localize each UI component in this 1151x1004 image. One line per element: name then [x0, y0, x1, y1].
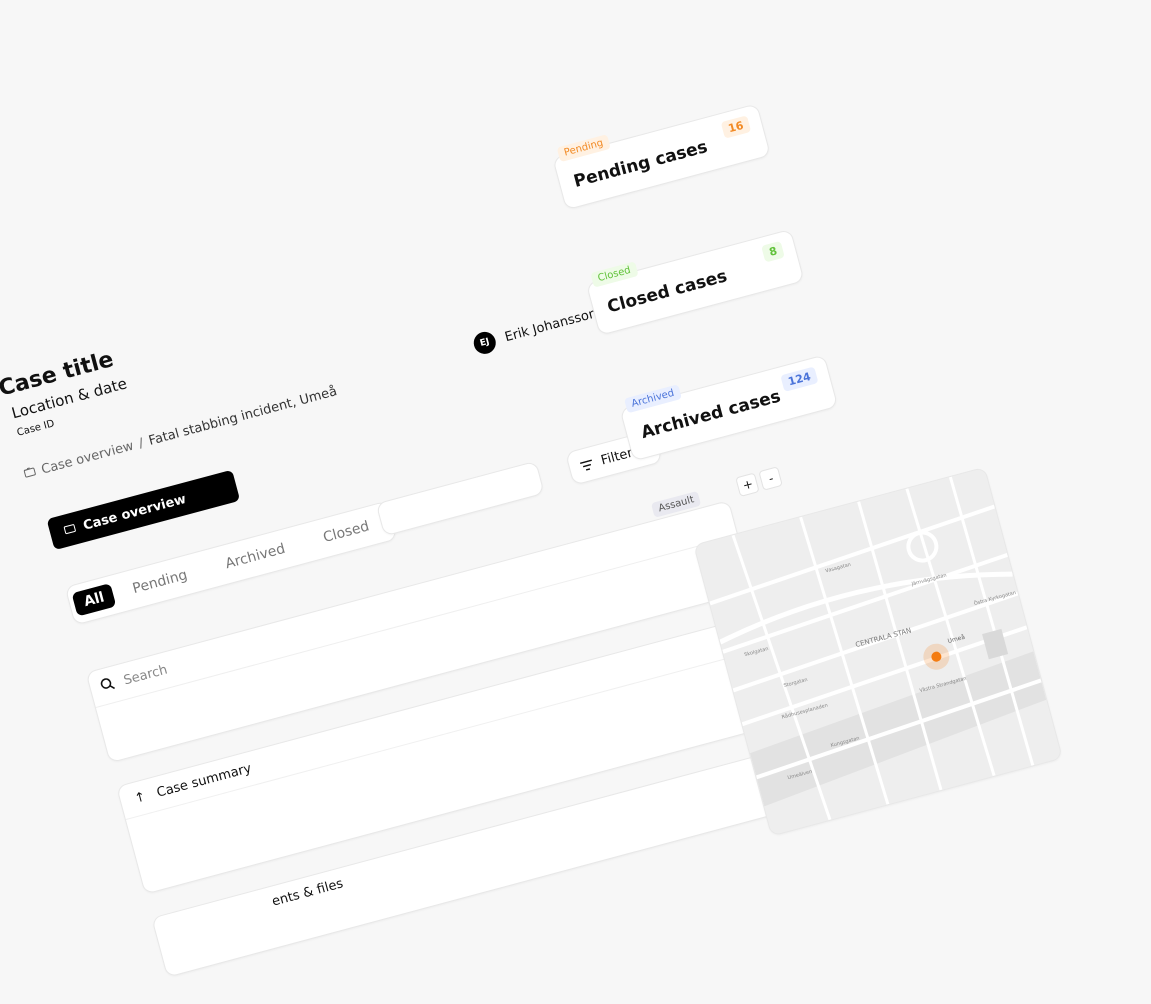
case-overview-label: Case overview [81, 491, 188, 534]
search-placeholder: Search [122, 662, 170, 689]
pending-cases-card[interactable]: Pending Pending cases 16 [552, 103, 771, 211]
documents-title: ents & files [270, 876, 345, 910]
archived-chip: Archived [623, 384, 682, 414]
breadcrumb-root-link[interactable]: Case overview [40, 439, 136, 478]
avatar: EJ [471, 329, 499, 357]
zoom-out-button[interactable]: - [758, 466, 784, 491]
search-icon [98, 675, 116, 697]
case-overview-button[interactable]: Case overview [46, 469, 241, 551]
tab-pending[interactable]: Pending [111, 558, 210, 606]
map-zoom-controls: + - [735, 466, 784, 497]
tab-all[interactable]: All [71, 582, 117, 617]
case-id-label: Case ID [15, 418, 56, 439]
app-canvas: Case title Location & date Case ID Case … [0, 0, 1151, 978]
tab-closed[interactable]: Closed [301, 509, 391, 555]
filter-icon [578, 454, 596, 476]
case-summary-title: Case summary [155, 761, 254, 801]
breadcrumb-separator: / [137, 435, 146, 452]
toolbar-spacer [375, 460, 545, 537]
closed-cases-card[interactable]: Closed Closed cases 8 [585, 228, 805, 336]
pending-chip: Pending [556, 134, 611, 163]
archived-cases-card[interactable]: Archived Archived cases 124 [619, 354, 839, 462]
user-name: Erik Johansson [503, 305, 599, 345]
tab-archived[interactable]: Archived [203, 532, 307, 581]
closed-count: 8 [761, 240, 785, 263]
folder-icon [22, 465, 37, 483]
zoom-in-button[interactable]: + [735, 472, 761, 497]
archived-count: 124 [780, 366, 819, 392]
folder-icon [62, 521, 77, 539]
pending-count: 16 [720, 115, 752, 139]
arrow-up-icon: ↑ [133, 789, 148, 807]
breadcrumb-current: Fatal stabbing incident, Umeå [147, 384, 339, 449]
closed-chip: Closed [590, 261, 639, 288]
